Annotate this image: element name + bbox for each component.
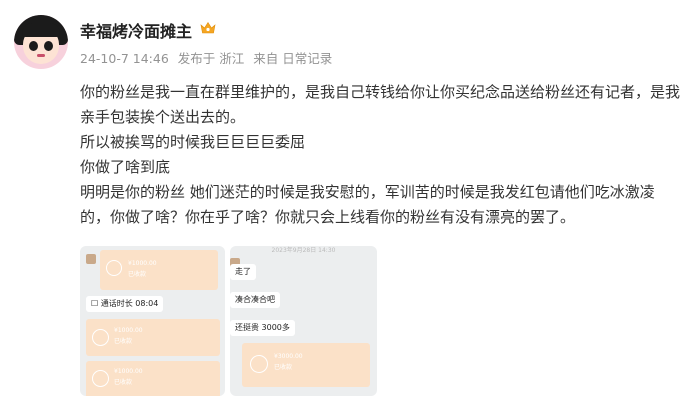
post-date[interactable]: 24-10-7 14:46	[80, 51, 169, 66]
crown-badge-icon	[200, 21, 216, 34]
chat-timestamp: 2023年9月28日 14:30	[271, 247, 336, 254]
transfer-check-icon	[92, 370, 109, 387]
transfer-bubble: ¥1000.00 已收款	[86, 319, 220, 356]
avatar[interactable]	[14, 15, 68, 69]
transfer-status: 已收款	[114, 379, 133, 386]
post-paragraph: 明明是你的粉丝 她们迷茫的时候是我安慰的，军训苦的时候是我发红包请他们吃冰激凌的…	[80, 183, 655, 226]
avatar-eye-left	[29, 41, 38, 51]
post-paragraph: 你做了啥到底	[80, 158, 171, 176]
post-source[interactable]: 来自 日常记录	[253, 51, 332, 66]
call-duration-label: 通话时长 08:04	[100, 299, 159, 308]
chat-message: 凑合凑合吧	[230, 292, 280, 308]
avatar-bangs	[22, 23, 60, 37]
transfer-amount: ¥1000.00	[114, 368, 143, 375]
post-paragraph: 你的粉丝是我一直在群里维护的，是我自己转钱给你让你买纪念品送给粉丝还有记者，是我…	[80, 83, 681, 126]
transfer-amount: ¥1000.00	[114, 327, 143, 334]
transfer-bubble: ¥1000.00 已收款	[100, 250, 218, 290]
transfer-check-icon	[106, 260, 122, 276]
transfer-bubble: ¥1000.00 已收款	[86, 361, 220, 396]
transfer-check-icon	[92, 329, 109, 346]
chat-avatar	[86, 254, 96, 264]
post-image-2[interactable]: 2023年9月28日 14:30 走了 凑合凑合吧 还挺贵 3000多 ¥300…	[230, 246, 377, 396]
transfer-status: 已收款	[274, 364, 293, 371]
transfer-check-icon	[250, 355, 268, 373]
phone-icon: ☐	[91, 299, 101, 308]
chat-message: 还挺贵 3000多	[230, 320, 295, 336]
transfer-amount: ¥1000.00	[128, 260, 157, 267]
transfer-bubble: ¥3000.00 已收款	[242, 343, 370, 387]
avatar-mouth	[37, 54, 45, 57]
post-content: 你的粉丝是我一直在群里维护的，是我自己转钱给你让你买纪念品送给粉丝还有记者，是我…	[80, 80, 680, 230]
username[interactable]: 幸福烤冷面摊主	[80, 18, 192, 42]
post-meta: 24-10-7 14:46 发布于 浙江 来自 日常记录	[80, 48, 337, 67]
transfer-status: 已收款	[114, 338, 133, 345]
avatar-eye-right	[44, 41, 53, 51]
call-duration-message: ☐ 通话时长 08:04	[86, 296, 164, 312]
transfer-status: 已收款	[128, 271, 147, 278]
transfer-amount: ¥3000.00	[274, 353, 303, 360]
post-image-1[interactable]: ¥1000.00 已收款 ☐ 通话时长 08:04 ¥1000.00 已收款 ¥…	[80, 246, 225, 396]
post-paragraph: 所以被挨骂的时候我巨巨巨巨委屈	[80, 133, 306, 151]
chat-message: 走了	[230, 264, 256, 280]
post-location: 发布于 浙江	[177, 51, 245, 66]
